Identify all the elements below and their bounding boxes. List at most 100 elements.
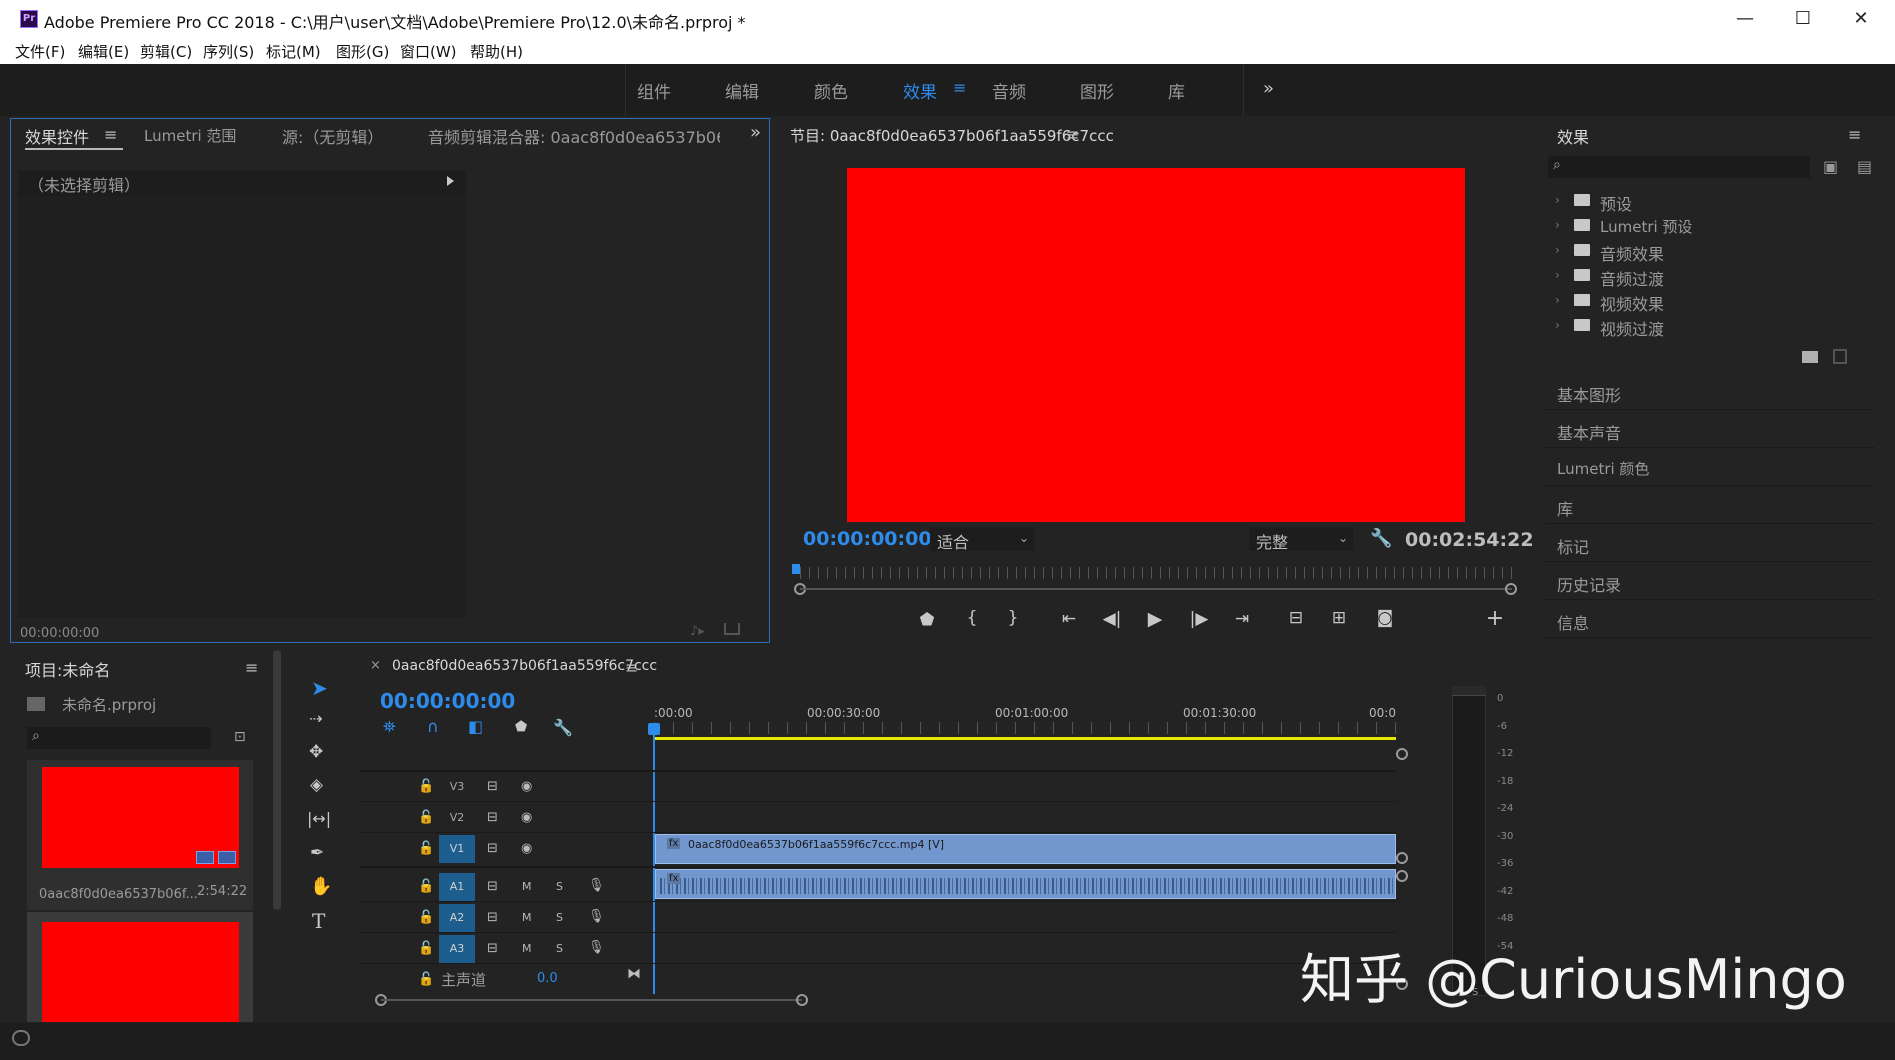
workspace-effects[interactable]: 效果 xyxy=(903,78,937,103)
track-label-v1[interactable]: V1 xyxy=(439,835,475,863)
eye-icon[interactable]: ◉ xyxy=(521,841,532,856)
program-current-time[interactable]: 00:00:00:00 xyxy=(803,528,932,550)
workspace-graphics[interactable]: 图形 xyxy=(1080,78,1114,103)
solo-button[interactable]: S xyxy=(556,880,563,893)
track-label-a1[interactable]: A1 xyxy=(439,873,475,901)
vertical-zoom-handle[interactable] xyxy=(1396,852,1408,864)
effects-title[interactable]: 效果 xyxy=(1557,124,1589,148)
add-button-icon[interactable]: + xyxy=(1481,606,1509,631)
panel-libraries[interactable]: 库 xyxy=(1557,496,1573,520)
chevron-right-icon[interactable]: › xyxy=(1555,193,1560,207)
linked-selection-icon[interactable]: ◧ xyxy=(468,717,483,736)
timeline-timecode[interactable]: 00:00:00:00 xyxy=(380,689,515,713)
maximize-button[interactable]: ☐ xyxy=(1775,4,1831,34)
new-bin-icon[interactable] xyxy=(1802,351,1818,363)
lock-icon[interactable]: 🔓 xyxy=(418,779,434,794)
solo-button[interactable]: S xyxy=(556,911,563,924)
tree-item-video-effects[interactable]: 视频效果 xyxy=(1600,291,1664,315)
project-search-input[interactable] xyxy=(27,727,211,749)
zoom-handle-right[interactable] xyxy=(1505,583,1517,595)
effect-controls-menu-icon[interactable]: ≡ xyxy=(104,125,117,144)
step-back-icon[interactable]: ◀| xyxy=(1098,609,1126,629)
project-title[interactable]: 项目:未命名 xyxy=(25,657,110,681)
ripple-edit-tool-icon[interactable]: ✥ xyxy=(309,742,323,762)
sync-lock-icon[interactable]: ⊟ xyxy=(487,879,498,894)
extract-icon[interactable]: ⊞ xyxy=(1325,608,1353,628)
chevron-right-icon[interactable]: › xyxy=(1555,243,1560,257)
tab-source[interactable]: 源:（无剪辑） xyxy=(282,124,383,148)
menu-marker[interactable]: 标记(M) xyxy=(266,41,321,62)
track-label-a2[interactable]: A2 xyxy=(439,904,475,932)
go-to-out-icon[interactable]: ⇥ xyxy=(1228,609,1256,629)
go-to-in-icon[interactable]: ⇤ xyxy=(1055,609,1083,629)
panel-markers[interactable]: 标记 xyxy=(1557,534,1589,558)
lock-icon[interactable]: 🔓 xyxy=(418,810,434,825)
project-menu-icon[interactable]: ≡ xyxy=(245,658,258,677)
sequence-menu-icon[interactable]: ≡ xyxy=(625,658,638,677)
delete-icon[interactable] xyxy=(1833,349,1847,364)
horizontal-zoom-handle[interactable] xyxy=(796,994,808,1006)
razor-tool-icon[interactable]: ◈ xyxy=(310,775,323,795)
tree-item-video-transitions[interactable]: 视频过渡 xyxy=(1600,316,1664,340)
mute-button[interactable]: M xyxy=(522,942,532,955)
sync-lock-icon[interactable]: ⊟ xyxy=(487,810,498,825)
go-to-next-edit-icon[interactable]: ⧓ xyxy=(627,966,641,982)
microphone-icon[interactable]: 🎙 xyxy=(588,909,605,924)
menu-edit[interactable]: 编辑(E) xyxy=(78,41,129,62)
type-tool-icon[interactable]: T xyxy=(312,909,325,933)
track-label-v3[interactable]: V3 xyxy=(439,773,475,801)
workspace-editing[interactable]: 编辑 xyxy=(725,78,759,103)
tab-effect-controls[interactable]: 效果控件 xyxy=(25,124,89,148)
solo-button[interactable]: S xyxy=(556,942,563,955)
vertical-zoom-handle[interactable] xyxy=(1396,870,1408,882)
workspace-assembly[interactable]: 组件 xyxy=(637,78,671,103)
panel-lumetri-color[interactable]: Lumetri 颜色 xyxy=(1557,458,1649,479)
close-sequence-icon[interactable]: × xyxy=(370,658,381,673)
track-select-tool-icon[interactable]: ⇢ xyxy=(309,709,322,728)
mute-button[interactable]: M xyxy=(522,880,532,893)
sync-lock-icon[interactable]: ⊟ xyxy=(487,841,498,856)
accelerated-effects-icon[interactable]: ▣ xyxy=(1823,157,1838,176)
mark-out-icon[interactable]: } xyxy=(999,608,1027,628)
lift-icon[interactable]: ⊟ xyxy=(1282,608,1310,628)
workspace-effects-menu-icon[interactable]: ≡ xyxy=(953,78,966,97)
effects-menu-icon[interactable]: ≡ xyxy=(1848,125,1861,144)
master-volume-value[interactable]: 0.0 xyxy=(537,971,558,986)
lock-icon[interactable]: 🔓 xyxy=(418,972,434,987)
effects-search-input[interactable] xyxy=(1548,156,1810,178)
playhead-marker[interactable] xyxy=(792,564,800,574)
track-label-a3[interactable]: A3 xyxy=(439,935,475,963)
microphone-icon[interactable]: 🎙 xyxy=(588,878,605,893)
panel-essential-graphics[interactable]: 基本图形 xyxy=(1557,382,1621,406)
eye-icon[interactable]: ◉ xyxy=(521,810,532,825)
slip-tool-icon[interactable]: |↔| xyxy=(307,809,331,828)
sync-lock-icon[interactable]: ⊟ xyxy=(487,941,498,956)
tree-item-audio-transitions[interactable]: 音频过渡 xyxy=(1600,266,1664,290)
microphone-icon[interactable]: 🎙 xyxy=(588,940,605,955)
mark-in-icon[interactable]: { xyxy=(958,608,986,628)
panel-history[interactable]: 历史记录 xyxy=(1557,572,1621,596)
tree-item-lumetri-presets[interactable]: Lumetri 预设 xyxy=(1600,216,1692,237)
sync-lock-icon[interactable]: ⊟ xyxy=(487,779,498,794)
playhead-handle[interactable] xyxy=(648,723,660,735)
step-forward-icon[interactable]: |▶ xyxy=(1185,609,1213,629)
add-marker-icon[interactable]: ⬟ xyxy=(515,719,527,735)
export-frame-icon[interactable]: ◙ xyxy=(1371,608,1399,628)
lock-icon[interactable]: 🔓 xyxy=(418,910,434,925)
sync-lock-icon[interactable]: ⊟ xyxy=(487,910,498,925)
close-button[interactable]: ✕ xyxy=(1833,4,1889,34)
nest-toggle-icon[interactable]: ⛯ xyxy=(383,717,396,737)
menu-help[interactable]: 帮助(H) xyxy=(470,41,523,62)
find-icon[interactable]: ⊡ xyxy=(234,729,246,745)
menu-sequence[interactable]: 序列(S) xyxy=(203,41,254,62)
add-marker-icon[interactable]: ⬟ xyxy=(913,610,941,630)
workspace-overflow-icon[interactable]: » xyxy=(1263,78,1274,99)
panel-essential-sound[interactable]: 基本声音 xyxy=(1557,420,1621,444)
menu-file[interactable]: 文件(F) xyxy=(15,41,65,62)
menu-clip[interactable]: 剪辑(C) xyxy=(140,41,192,62)
panel-info[interactable]: 信息 xyxy=(1557,610,1589,634)
sequence-tab[interactable]: 0aac8f0d0ea6537b06f1aa559f6c7ccc xyxy=(392,658,657,674)
export-icon[interactable] xyxy=(724,623,740,635)
horizontal-scrollbar[interactable] xyxy=(381,999,802,1001)
expand-arrow-icon[interactable] xyxy=(447,176,454,186)
